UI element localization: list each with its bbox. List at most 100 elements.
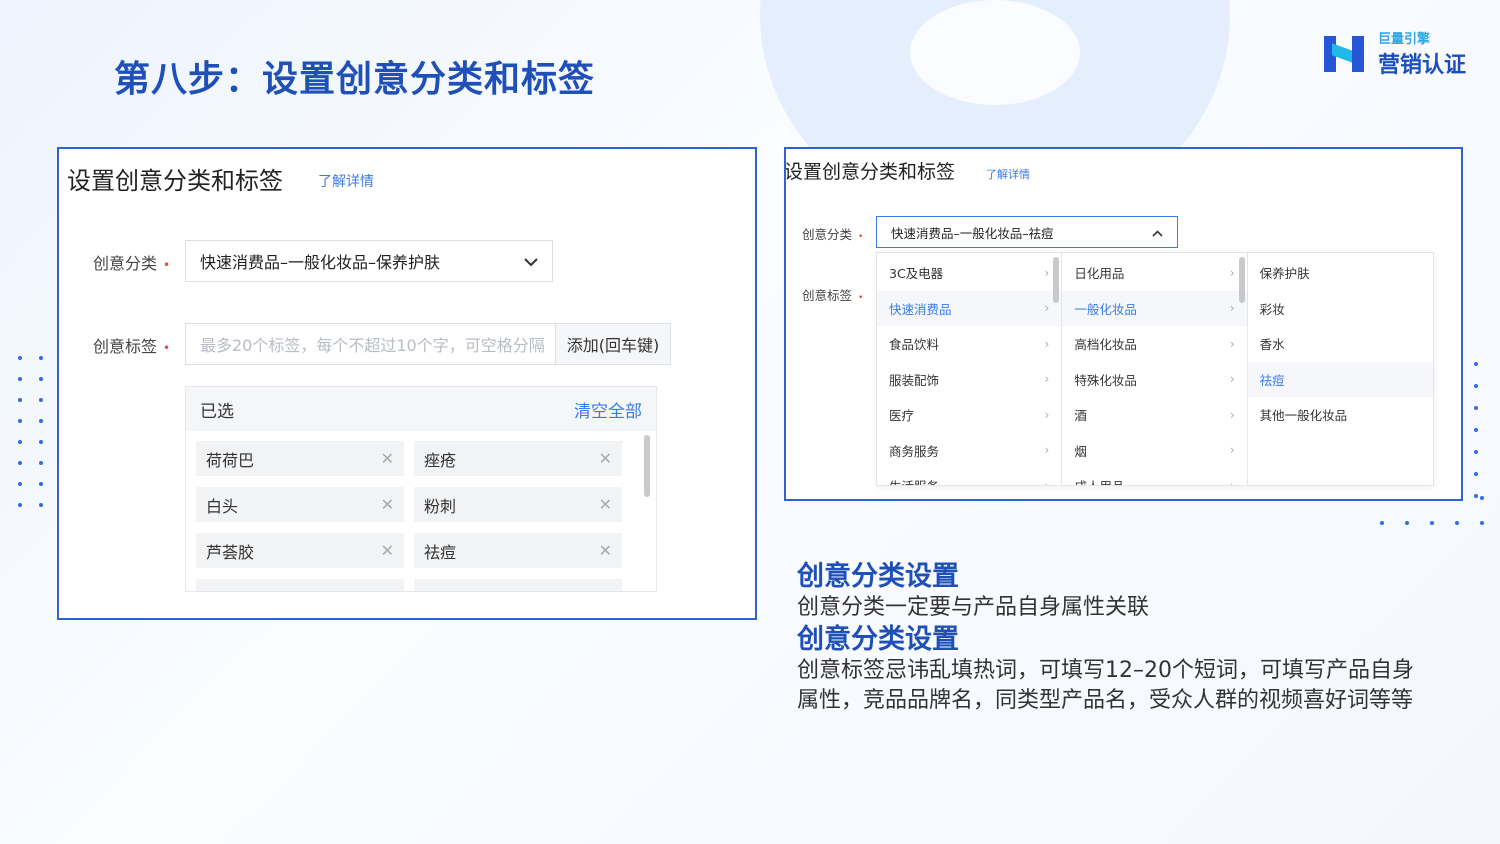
menu-item[interactable]: 烟 › xyxy=(1062,433,1246,469)
tag-text: 痤疮 xyxy=(424,450,457,470)
tag-label: 创意标签 • xyxy=(93,337,171,356)
logo-mark-icon xyxy=(1324,32,1368,76)
logo-text: 营销认证 xyxy=(1378,53,1467,78)
chevron-right-icon: › xyxy=(1229,443,1235,458)
menu-item[interactable]: 高档化妆品 › xyxy=(1062,326,1246,362)
category-select[interactable]: 快速消费品–一般化妆品–保养护肤 xyxy=(185,240,553,282)
category-label: 创意分类 • xyxy=(93,254,171,273)
tag-text: 白头 xyxy=(206,496,239,516)
chevron-right-icon: › xyxy=(1229,407,1235,422)
description-text-2: 创意标签忌讳乱填热词，可填写12–20个短词，可填写产品自身属性，竞品品牌名，同… xyxy=(797,658,1414,713)
tag-item: 痤疮 ✕ xyxy=(414,441,622,476)
menu-item[interactable]: 成人用品› xyxy=(1062,468,1246,486)
menu-item[interactable]: 特殊化妆品 › xyxy=(1062,362,1246,398)
cascade-menu: 3C及电器› 快速消费品› 食品饮料› 服装配饰› 医疗› 商务服务› 生活服务… xyxy=(876,252,1434,486)
menu-item-selected[interactable]: 祛痘 xyxy=(1247,361,1433,397)
tag-item: 白头 ✕ xyxy=(196,487,404,522)
menu-item[interactable]: 香水 xyxy=(1248,326,1433,362)
required-mark: • xyxy=(163,341,171,355)
chevron-right-icon: › xyxy=(1044,478,1050,486)
tag-input[interactable]: 最多20个标签，每个不超过10个字，可空格分隔 xyxy=(185,323,555,365)
tag-list-scrollbar[interactable] xyxy=(644,435,650,497)
close-icon[interactable]: ✕ xyxy=(599,541,612,560)
tag-item-partial xyxy=(196,579,404,591)
cascade-column-3: 保养护肤 彩妆 香水 祛痘 其他一般化妆品 xyxy=(1247,253,1433,485)
slide-title: 第八步：设置创意分类和标签 xyxy=(114,59,596,100)
close-icon[interactable]: ✕ xyxy=(599,449,612,468)
brand-logo: 巨量引擎 营销认证 xyxy=(1324,28,1466,79)
panel-title: 设置创意分类和标签 xyxy=(67,167,283,195)
selected-tags-header: 已选 清空全部 xyxy=(186,387,656,431)
right-screenshot-panel: 设置创意分类和标签 了解详情 创意分类 • 快速消费品–一般化妆品–祛痘 创意标签… xyxy=(784,147,1463,501)
learn-more-link[interactable]: 了解详情 xyxy=(986,166,1030,182)
tag-text: 祛痘 xyxy=(424,542,457,562)
menu-item[interactable]: 彩妆 xyxy=(1248,291,1433,327)
description-heading-1: 创意分类设置 xyxy=(797,561,959,592)
close-icon[interactable]: ✕ xyxy=(381,495,394,514)
menu-item-selected[interactable]: 一般化妆品 › xyxy=(1062,290,1247,326)
chevron-right-icon: › xyxy=(1229,372,1235,387)
category-label: 创意分类 • xyxy=(802,227,864,242)
tag-text: 粉刺 xyxy=(424,496,457,516)
learn-more-link[interactable]: 了解详情 xyxy=(318,171,374,191)
close-icon[interactable]: ✕ xyxy=(381,541,394,560)
tag-item: 粉刺 ✕ xyxy=(414,487,622,522)
menu-item[interactable]: 3C及电器 › xyxy=(877,255,1061,291)
description-heading-2: 创意分类设置 xyxy=(797,624,959,655)
chevron-right-icon: › xyxy=(1044,336,1050,351)
logo-subtext: 巨量引擎 xyxy=(1378,32,1431,47)
chevron-right-icon: › xyxy=(1044,407,1050,422)
chevron-right-icon: › xyxy=(1044,265,1050,280)
close-icon[interactable]: ✕ xyxy=(599,495,612,514)
tag-input-group: 最多20个标签，每个不超过10个字，可空格分隔 添加(回车键) xyxy=(185,323,671,365)
description-block: 创意分类设置 创意分类一定要与产品自身属性关联 创意分类设置 创意标签忌讳乱填热… xyxy=(797,560,1437,716)
required-mark: • xyxy=(163,258,171,272)
chevron-right-icon: › xyxy=(1229,478,1235,486)
chevron-down-icon xyxy=(524,252,538,271)
chevron-right-icon: › xyxy=(1044,443,1050,458)
menu-item[interactable]: 保养护肤 xyxy=(1248,255,1433,291)
dot-pattern-left xyxy=(18,356,43,507)
selected-tags-title: 已选 xyxy=(200,401,234,422)
chevron-up-icon xyxy=(1152,225,1163,240)
category-select-value: 快速消费品–一般化妆品–保养护肤 xyxy=(200,253,441,272)
chevron-right-icon: › xyxy=(1044,372,1050,387)
tag-text: 荷荷巴 xyxy=(206,450,255,470)
menu-item[interactable]: 商务服务 › xyxy=(877,433,1061,469)
dot-pattern-right-column xyxy=(1474,362,1478,498)
tag-label: 创意标签 • xyxy=(802,288,864,303)
chevron-right-icon: › xyxy=(1229,265,1235,280)
tag-item: 荷荷巴 ✕ xyxy=(196,441,404,476)
cascade-column-1: 3C及电器› 快速消费品› 食品饮料› 服装配饰› 医疗› 商务服务› 生活服务… xyxy=(877,253,1063,486)
menu-item[interactable]: 服装配饰 › xyxy=(877,362,1061,398)
tag-item: 芦荟胶 ✕ xyxy=(196,533,404,568)
chevron-right-icon: › xyxy=(1044,301,1050,316)
required-mark: • xyxy=(858,232,864,242)
left-screenshot-panel: 设置创意分类和标签 了解详情 创意分类 • 快速消费品–一般化妆品–保养护肤 创意… xyxy=(57,147,757,620)
selected-tags-box: 已选 清空全部 荷荷巴 ✕ 痤疮 ✕ 白头 ✕ 粉刺 ✕ 芦荟胶 ✕ 祛痘 ✕ xyxy=(185,386,657,592)
tag-text: 芦荟胶 xyxy=(206,542,255,562)
menu-item[interactable]: 酒 › xyxy=(1062,397,1246,433)
tag-list: 荷荷巴 ✕ 痤疮 ✕ 白头 ✕ 粉刺 ✕ 芦荟胶 ✕ 祛痘 ✕ xyxy=(196,441,626,591)
panel-title: 设置创意分类和标签 xyxy=(784,161,956,183)
column-scrollbar[interactable] xyxy=(1053,257,1060,303)
cascade-column-2: 日化用品› 一般化妆品› 高档化妆品› 特殊化妆品› 酒› 烟› 成人用品› xyxy=(1062,253,1248,486)
required-mark: • xyxy=(858,293,864,303)
add-tag-button[interactable]: 添加(回车键) xyxy=(555,323,671,365)
menu-item[interactable]: 生活服务› xyxy=(877,468,1061,486)
chevron-right-icon: › xyxy=(1229,336,1235,351)
menu-item-selected[interactable]: 快速消费品 › xyxy=(877,290,1062,326)
tag-item-partial xyxy=(414,579,622,591)
column-scrollbar[interactable] xyxy=(1238,257,1245,303)
tag-item: 祛痘 ✕ xyxy=(414,533,622,568)
clear-all-button[interactable]: 清空全部 xyxy=(574,397,642,422)
category-select-value: 快速消费品–一般化妆品–祛痘 xyxy=(891,225,1054,241)
menu-item[interactable]: 日化用品 › xyxy=(1062,255,1246,291)
menu-item[interactable]: 医疗 › xyxy=(877,397,1061,433)
chevron-right-icon: › xyxy=(1229,301,1235,316)
category-select[interactable]: 快速消费品–一般化妆品–祛痘 xyxy=(876,216,1178,248)
description-text-1: 创意分类一定要与产品自身属性关联 xyxy=(797,595,1150,620)
menu-item[interactable]: 其他一般化妆品 xyxy=(1248,397,1433,433)
menu-item[interactable]: 食品饮料 › xyxy=(877,326,1061,362)
close-icon[interactable]: ✕ xyxy=(381,449,394,468)
